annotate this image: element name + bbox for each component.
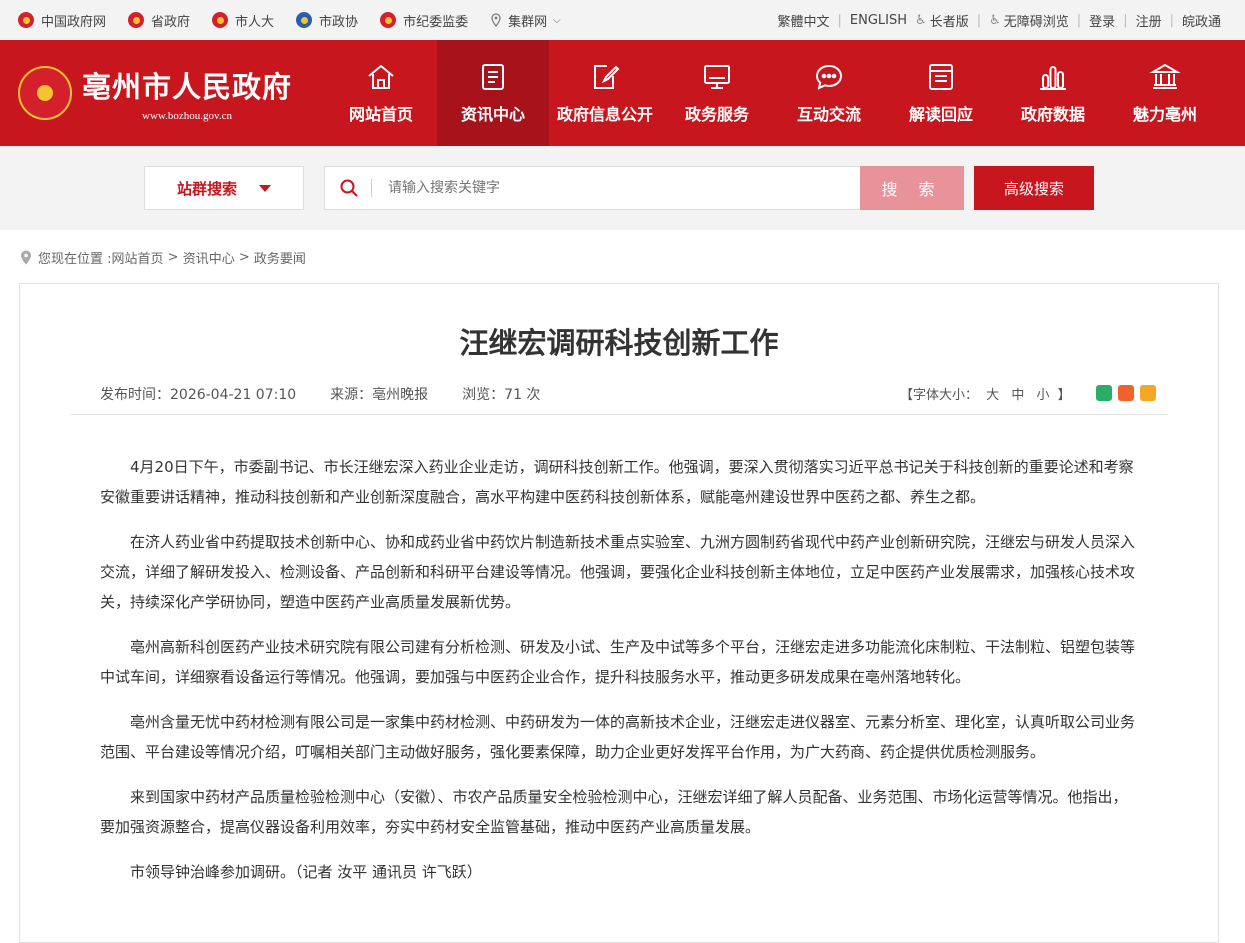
party-emblem-icon — [380, 12, 397, 28]
font-size-medium[interactable]: 中 — [1011, 388, 1024, 403]
home-icon — [368, 64, 394, 89]
nav-gov-data[interactable]: 政府数据 — [997, 40, 1109, 146]
top-bar: 中国政府网 省政府 市人大 市政协 市纪委监委 集群网 ⌵ 繁體中文 | ENGLI… — [0, 0, 1245, 40]
nav-interaction[interactable]: 互动交流 — [773, 40, 885, 146]
search-icon — [340, 179, 358, 197]
search-input-wrapper — [324, 166, 860, 210]
article-source: 来源：亳州晚报 — [330, 387, 429, 403]
link-discipline[interactable]: 市纪委监委 — [380, 11, 468, 30]
article-body: 4月20日下午，市委副书记、市长汪继宏深入药业企业走访，调研科技创新工作。他强调… — [100, 452, 1140, 902]
national-emblem-icon — [18, 12, 34, 28]
chat-bubble-icon — [815, 64, 843, 90]
chevron-down-icon: ⌵ — [553, 14, 561, 26]
link-gov-cn[interactable]: 中国政府网 — [18, 11, 106, 30]
monitor-icon — [704, 65, 730, 89]
search-input[interactable] — [386, 179, 830, 197]
elder-icon: ♿︎ — [915, 12, 927, 28]
article-paragraph: 亳州含量无忧中药材检测有限公司是一家集中药材检测、中药研发为一体的高新技术企业，… — [100, 713, 1136, 761]
nav-info-disclosure[interactable]: 政府信息公开 — [549, 40, 661, 146]
font-size-large[interactable]: 大 — [986, 388, 999, 403]
article-paragraph: 4月20日下午，市委副书记、市长汪继宏深入药业企业走访，调研科技创新工作。他强调… — [100, 458, 1134, 506]
article-paragraph: 亳州高新科创医药产业技术研究院有限公司建有分析检测、研发及小试、生产及中试等多个… — [100, 638, 1136, 686]
national-emblem-icon — [18, 66, 72, 120]
share-buttons — [1090, 385, 1156, 401]
location-pin-icon — [21, 250, 31, 265]
view-count: 浏览：71 次 — [462, 387, 541, 403]
site-title: 亳州市人民政府 — [82, 70, 293, 104]
landmark-icon — [1149, 63, 1181, 89]
link-traditional[interactable]: 繁體中文 — [774, 11, 834, 30]
nav-charm-bozhou[interactable]: 魅力亳州 — [1109, 40, 1221, 146]
divider — [70, 414, 1168, 415]
top-links: 中国政府网 省政府 市人大 市政协 市纪委监委 集群网 ⌵ — [18, 11, 583, 30]
article-card: 汪继宏调研科技创新工作 发布时间：2026-04-21 07:10 来源：亳州晚… — [19, 283, 1219, 943]
link-register[interactable]: 注册 — [1132, 11, 1166, 30]
link-accessibility[interactable]: ♿ 无障碍浏览 — [985, 11, 1073, 30]
search-bar: 站群搜索 搜 索 高级搜索 — [0, 146, 1245, 230]
site-url: www.bozhou.gov.cn — [142, 110, 232, 122]
article-title: 汪继宏调研科技创新工作 — [459, 326, 779, 360]
link-english[interactable]: ENGLISH — [846, 13, 911, 28]
nav-interpretation[interactable]: 解读回应 — [885, 40, 997, 146]
favorite-star-icon[interactable] — [1140, 385, 1156, 401]
national-emblem-icon — [128, 12, 145, 28]
link-wanzhengtong[interactable]: 皖政通 — [1178, 11, 1225, 30]
caret-down-icon — [259, 184, 271, 192]
link-login[interactable]: 登录 — [1085, 11, 1119, 30]
bar-chart-icon — [1040, 66, 1066, 90]
weibo-share-icon[interactable] — [1118, 385, 1134, 401]
breadcrumb-home[interactable]: 网站首页 — [112, 248, 164, 267]
site-logo[interactable]: 亳州市人民政府 www.bozhou.gov.cn — [0, 40, 325, 146]
edit-document-icon — [594, 65, 620, 89]
search-button[interactable]: 搜 索 — [860, 166, 964, 210]
nav-gov-service[interactable]: 政务服务 — [661, 40, 773, 146]
wheelchair-icon: ♿ — [989, 12, 1001, 28]
breadcrumb: 您现在位置 : 网站首页 > 资讯中心 > 政务要闻 — [20, 248, 306, 267]
document-icon — [482, 64, 504, 90]
wechat-share-icon[interactable] — [1096, 385, 1112, 401]
newspaper-icon — [929, 64, 953, 90]
link-city-npc[interactable]: 市人大 — [212, 11, 274, 30]
site-search-select[interactable]: 站群搜索 — [144, 166, 304, 210]
article-meta: 发布时间：2026-04-21 07:10 来源：亳州晚报 浏览：71 次 — [100, 384, 574, 404]
advanced-search-button[interactable]: 高级搜索 — [974, 166, 1094, 210]
site-header: 亳州市人民政府 www.bozhou.gov.cn 网站首页 资讯中心 政府信息… — [0, 40, 1245, 146]
link-province-gov[interactable]: 省政府 — [128, 11, 190, 30]
article-paragraph: 在济人药业省中药提取技术创新中心、协和成药业省中药饮片制造新技术重点实验室、九洲… — [100, 533, 1136, 611]
breadcrumb-news-center[interactable]: 资讯中心 — [183, 248, 235, 267]
breadcrumb-gov-news[interactable]: 政务要闻 — [254, 248, 306, 267]
font-size-small[interactable]: 小 — [1036, 388, 1049, 403]
top-right-links: 繁體中文 | ENGLISH ♿︎ 长者版 | ♿ 无障碍浏览 | 登录 | 注册 | 皖政通 — [774, 11, 1225, 30]
main-nav: 网站首页 资讯中心 政府信息公开 政务服务 互动交流 解读回应 政府数据 魅力亳… — [325, 40, 1221, 146]
link-elder-mode[interactable]: ♿︎ 长者版 — [911, 11, 973, 30]
article-paragraph: 来到国家中药材产品质量检验检测中心（安徽）、市农产品质量安全检验检测中心，汪继宏… — [100, 788, 1128, 836]
article-paragraph: 市领导钟治峰参加调研。（记者 汝平 通讯员 许飞跃） — [130, 863, 482, 881]
national-emblem-icon — [212, 12, 229, 28]
nav-news-center[interactable]: 资讯中心 — [437, 40, 549, 146]
cppcc-emblem-icon — [296, 12, 313, 28]
nav-home[interactable]: 网站首页 — [325, 40, 437, 146]
link-cppcc[interactable]: 市政协 — [296, 11, 358, 30]
site-group-dropdown[interactable]: 集群网 ⌵ — [490, 11, 561, 30]
publish-time: 发布时间：2026-04-21 07:10 — [100, 387, 297, 403]
font-size-control: 【字体大小： 大 中 小 】 — [900, 388, 1071, 403]
location-pin-icon — [491, 13, 501, 27]
